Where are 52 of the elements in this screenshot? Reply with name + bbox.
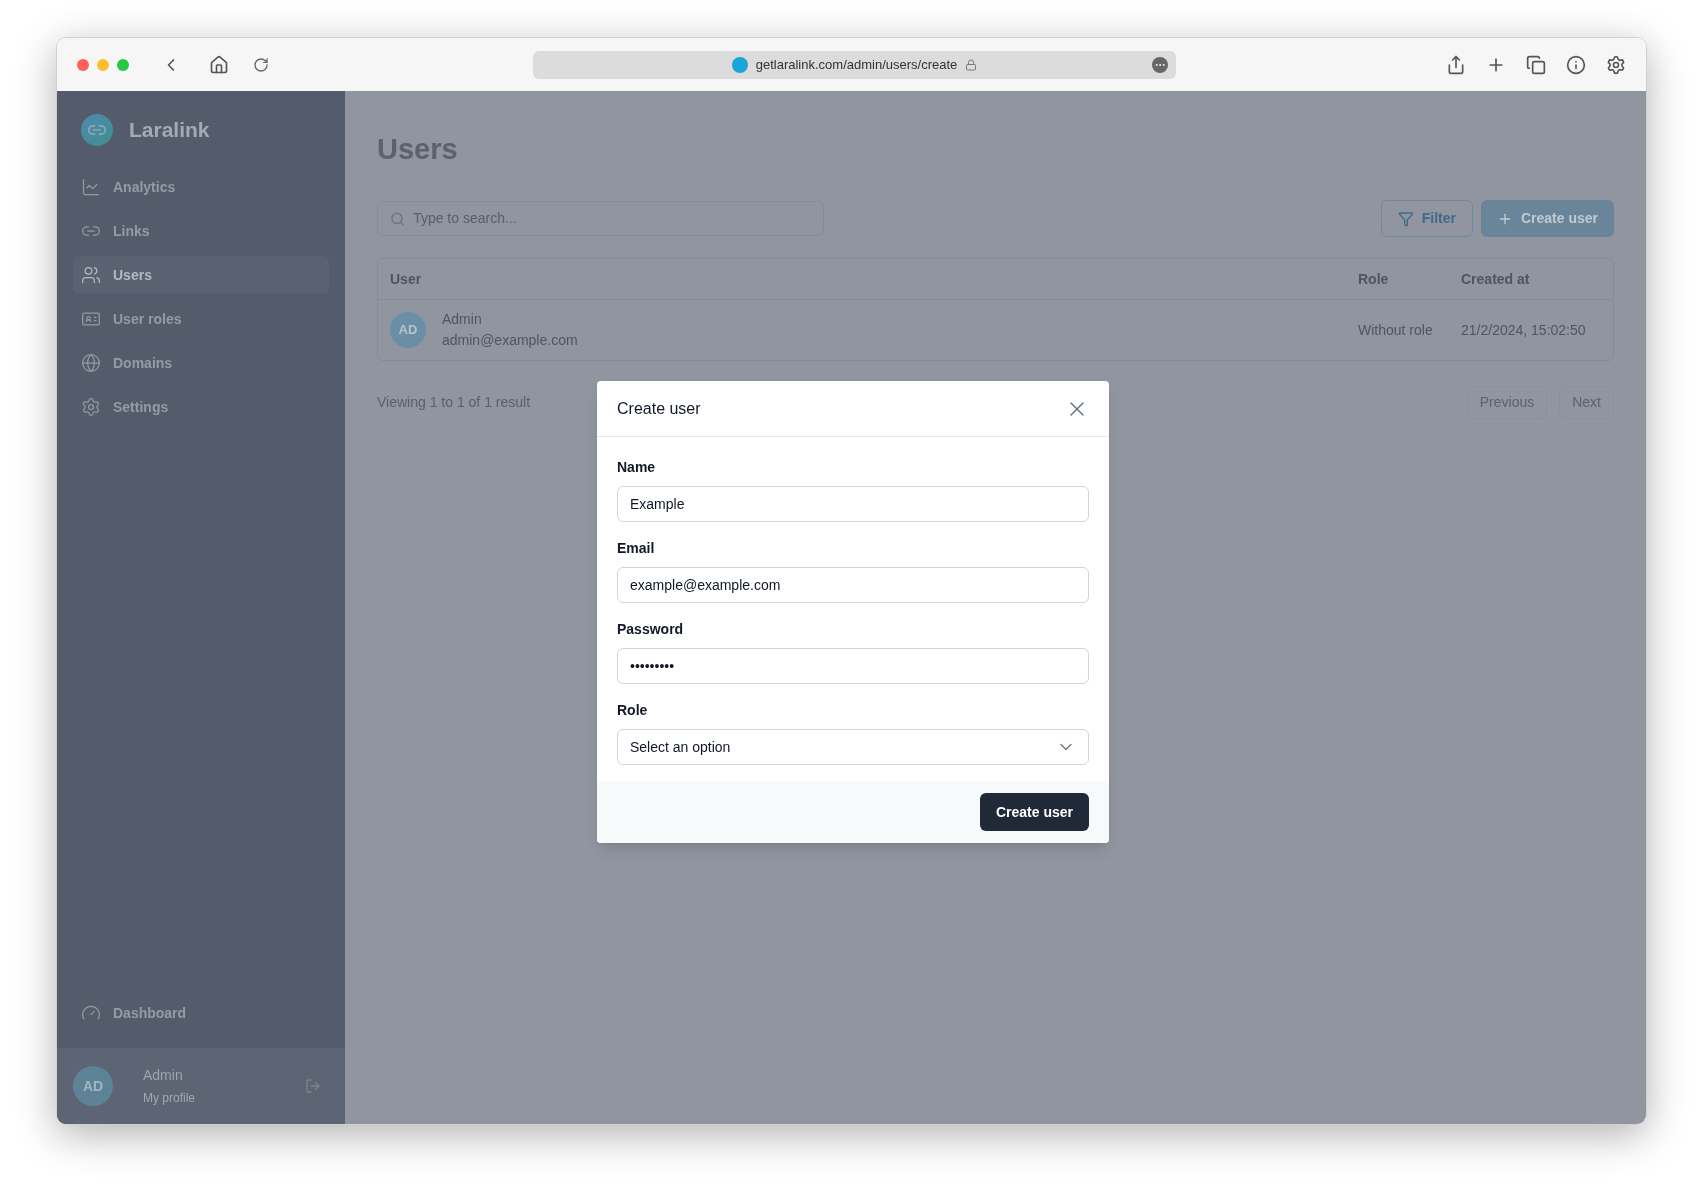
url-text: getlaralink.com/admin/users/create	[755, 55, 958, 74]
table-cell-text: 21/2/2024, 15:02:50	[1461, 320, 1587, 340]
column-header: Created at	[1461, 269, 1531, 289]
sidebar-item[interactable]: Links	[73, 212, 329, 250]
search-icon	[390, 210, 406, 227]
globe-icon	[81, 353, 101, 373]
lock-icon	[965, 58, 978, 71]
column-header: Role	[1358, 269, 1390, 289]
search-field[interactable]: Type to search...	[377, 201, 824, 236]
sidebar-item[interactable]: User roles	[73, 300, 329, 338]
table-cell-text: Without role	[1358, 320, 1434, 340]
chart-icon	[81, 177, 101, 197]
profile-name: Admin	[143, 1066, 184, 1085]
create-user-submit-button[interactable]: Create user	[979, 793, 1089, 831]
settings-icon	[81, 397, 101, 417]
search-input[interactable]: Type to search...	[413, 208, 811, 229]
column-header: User	[390, 269, 423, 289]
field-label: Name	[617, 458, 657, 477]
filter-icon	[1397, 210, 1414, 227]
logo-icon	[81, 114, 113, 146]
input-field[interactable]: example@example.com	[617, 567, 1089, 603]
dialog-title: Create user	[617, 398, 701, 419]
profile-link[interactable]: My profile	[143, 1089, 195, 1107]
site-favicon	[731, 56, 748, 73]
field-label: Role	[617, 701, 649, 720]
brand-name: Laralink	[129, 117, 210, 144]
sidebar-item[interactable]: Dashboard	[73, 994, 329, 1032]
create-user-button[interactable]: Create user	[1480, 200, 1614, 237]
input-field[interactable]: Example	[617, 486, 1089, 522]
user-email: admin@example.com	[442, 331, 578, 350]
avatar: AD	[73, 1066, 113, 1106]
field-label: Email	[617, 539, 656, 558]
more-icon[interactable]	[1152, 56, 1168, 73]
sidebar-item[interactable]: Domains	[73, 344, 329, 382]
sidebar-item[interactable]: Users	[73, 256, 329, 294]
role-select[interactable]: Select an option	[617, 729, 1089, 765]
field-label: Password	[617, 620, 685, 639]
home-icon[interactable]	[209, 54, 229, 75]
reload-icon[interactable]	[253, 56, 269, 73]
sidebar-item[interactable]: Settings	[73, 388, 329, 426]
avatar: AD	[390, 312, 426, 348]
info-icon[interactable]	[1566, 54, 1586, 75]
filter-button[interactable]: Filter	[1380, 200, 1473, 237]
user-name: Admin	[442, 310, 483, 329]
address-bar[interactable]: getlaralink.com/admin/users/create	[533, 50, 1176, 79]
settings-icon[interactable]	[1606, 54, 1626, 75]
share-icon[interactable]	[1446, 54, 1466, 75]
users-icon	[81, 265, 101, 285]
input-field[interactable]: •••••••••	[617, 648, 1089, 684]
sidebar-item[interactable]: Analytics	[73, 168, 329, 206]
tabs-icon[interactable]	[1526, 54, 1546, 75]
close-window-button[interactable]	[77, 58, 89, 71]
